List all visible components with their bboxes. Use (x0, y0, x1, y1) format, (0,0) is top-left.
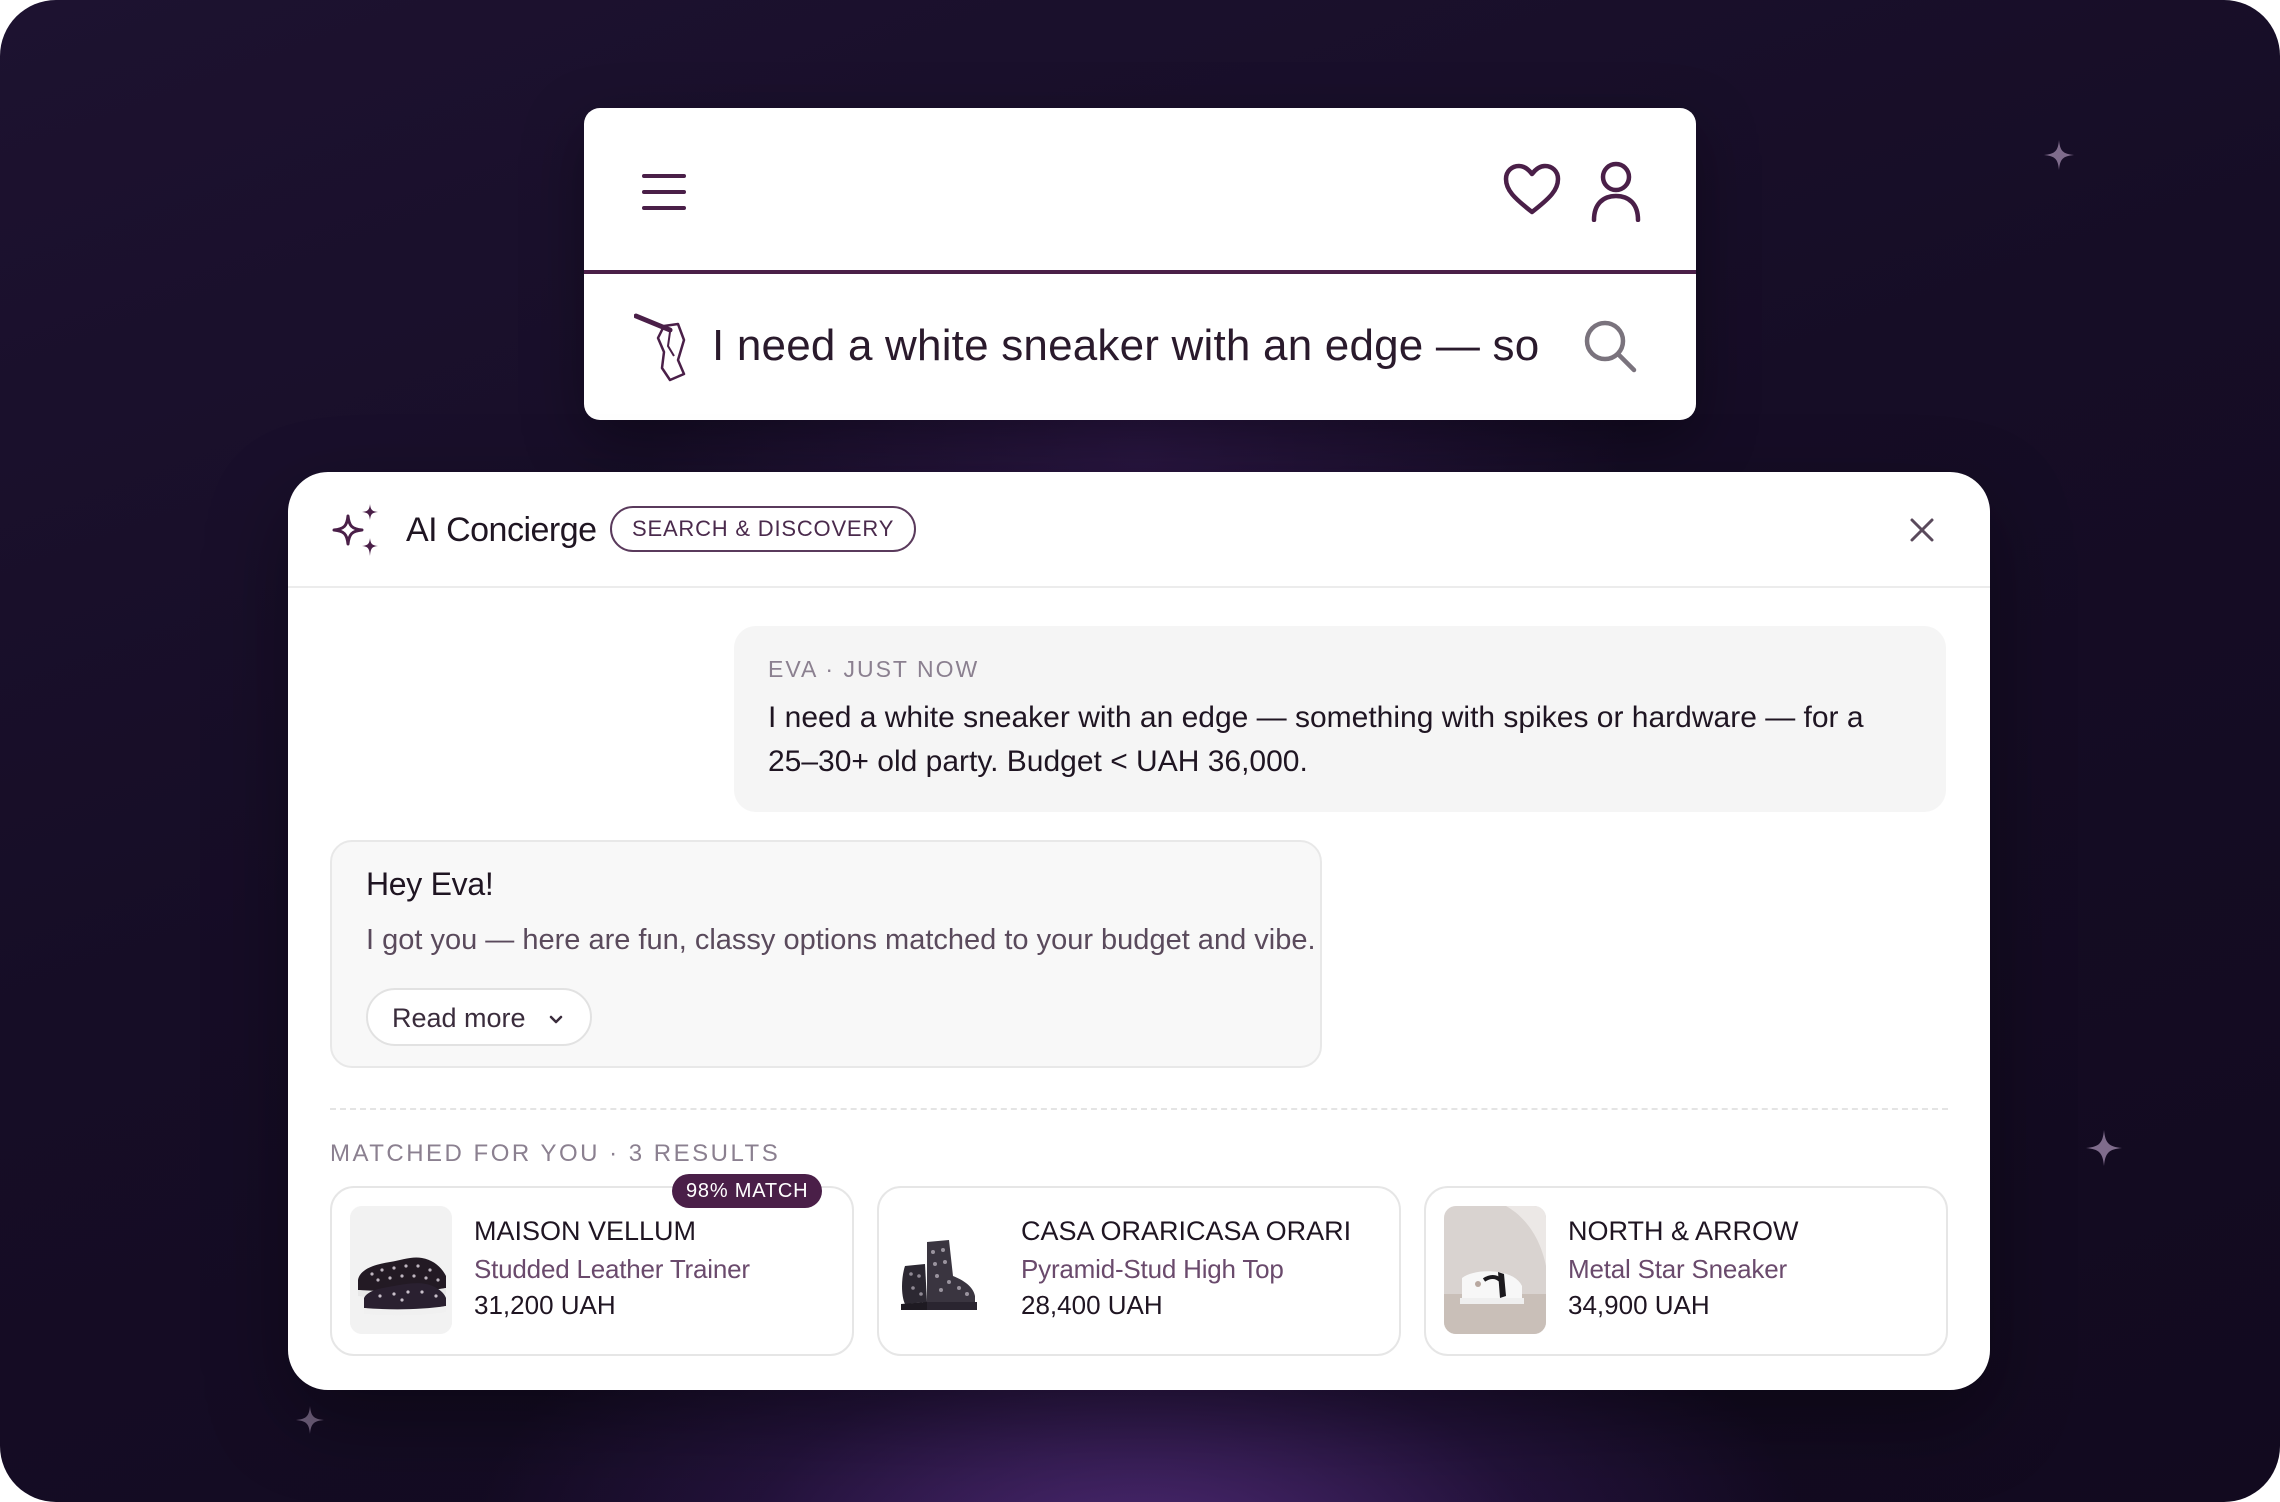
assistant-message-bubble: Hey Eva! I got you — here are fun, class… (330, 840, 1322, 1068)
message-meta: EVA · JUST NOW (768, 656, 980, 682)
product-price: 31,200 UAH (474, 1290, 616, 1320)
search-icon[interactable] (1580, 316, 1640, 376)
assistant-greeting: Hey Eva! (366, 866, 494, 902)
read-more-label: Read more (392, 1003, 526, 1033)
site-header-search: I need a white sneaker with an edge — so… (584, 108, 1696, 420)
brand-logo-icon (634, 313, 686, 382)
product-brand: NORTH & ARROW (1568, 1216, 1799, 1246)
menu-icon[interactable] (640, 172, 688, 212)
results-label: MATCHED FOR YOU · 3 RESULTS (330, 1140, 781, 1167)
sparkles-icon (332, 504, 378, 556)
assistant-message-text: I got you — here are fun, classy options… (366, 924, 1316, 956)
product-card[interactable]: CASA ORARICASA ORARI Pyramid-Stud High T… (877, 1186, 1401, 1356)
section-divider (330, 1108, 1948, 1110)
product-name: Studded Leather Trainer (474, 1254, 750, 1284)
product-image (350, 1206, 452, 1334)
read-more-button[interactable]: Read more (366, 988, 592, 1046)
close-icon[interactable] (1904, 512, 1940, 548)
sparkle-decoration-icon (2044, 140, 2074, 170)
search-row: I need a white sneaker with an edge — so… (584, 274, 1696, 416)
background-stage: I need a white sneaker with an edge — so… (0, 0, 2280, 1502)
search-input[interactable]: I need a white sneaker with an edge — so… (712, 316, 1542, 376)
chevron-down-icon (549, 1015, 563, 1024)
panel-title: AI Concierge (406, 511, 597, 549)
match-badge: 98% MATCH (672, 1174, 823, 1208)
category-tag: SEARCH & DISCOVERY (610, 506, 917, 552)
sparkle-decoration-icon (2086, 1130, 2122, 1166)
panel-header: AI Concierge SEARCH & DISCOVERY (288, 472, 1990, 588)
product-image (1444, 1206, 1546, 1334)
heart-icon[interactable] (1502, 162, 1562, 218)
header-bar (584, 108, 1696, 274)
product-card[interactable]: MAISON VELLUM Studded Leather Trainer 31… (330, 1174, 854, 1356)
ai-concierge-panel: AI Concierge SEARCH & DISCOVERY EVA · JU… (288, 472, 1990, 1390)
product-name: Metal Star Sneaker (1568, 1254, 1787, 1284)
product-image (897, 1206, 999, 1334)
product-card[interactable]: NORTH & ARROW Metal Star Sneaker 34,900 … (1424, 1186, 1948, 1356)
product-price: 34,900 UAH (1568, 1290, 1710, 1320)
sparkle-decoration-icon (296, 1406, 324, 1434)
user-message-text: I need a white sneaker with an edge — so… (768, 701, 1864, 778)
user-icon[interactable] (1590, 160, 1642, 222)
product-brand: CASA ORARICASA ORARI (1021, 1216, 1352, 1246)
product-name: Pyramid-Stud High Top (1021, 1254, 1284, 1284)
product-brand: MAISON VELLUM (474, 1216, 697, 1246)
product-price: 28,400 UAH (1021, 1290, 1163, 1320)
user-message-bubble: EVA · JUST NOW I need a white sneaker wi… (734, 626, 1946, 812)
